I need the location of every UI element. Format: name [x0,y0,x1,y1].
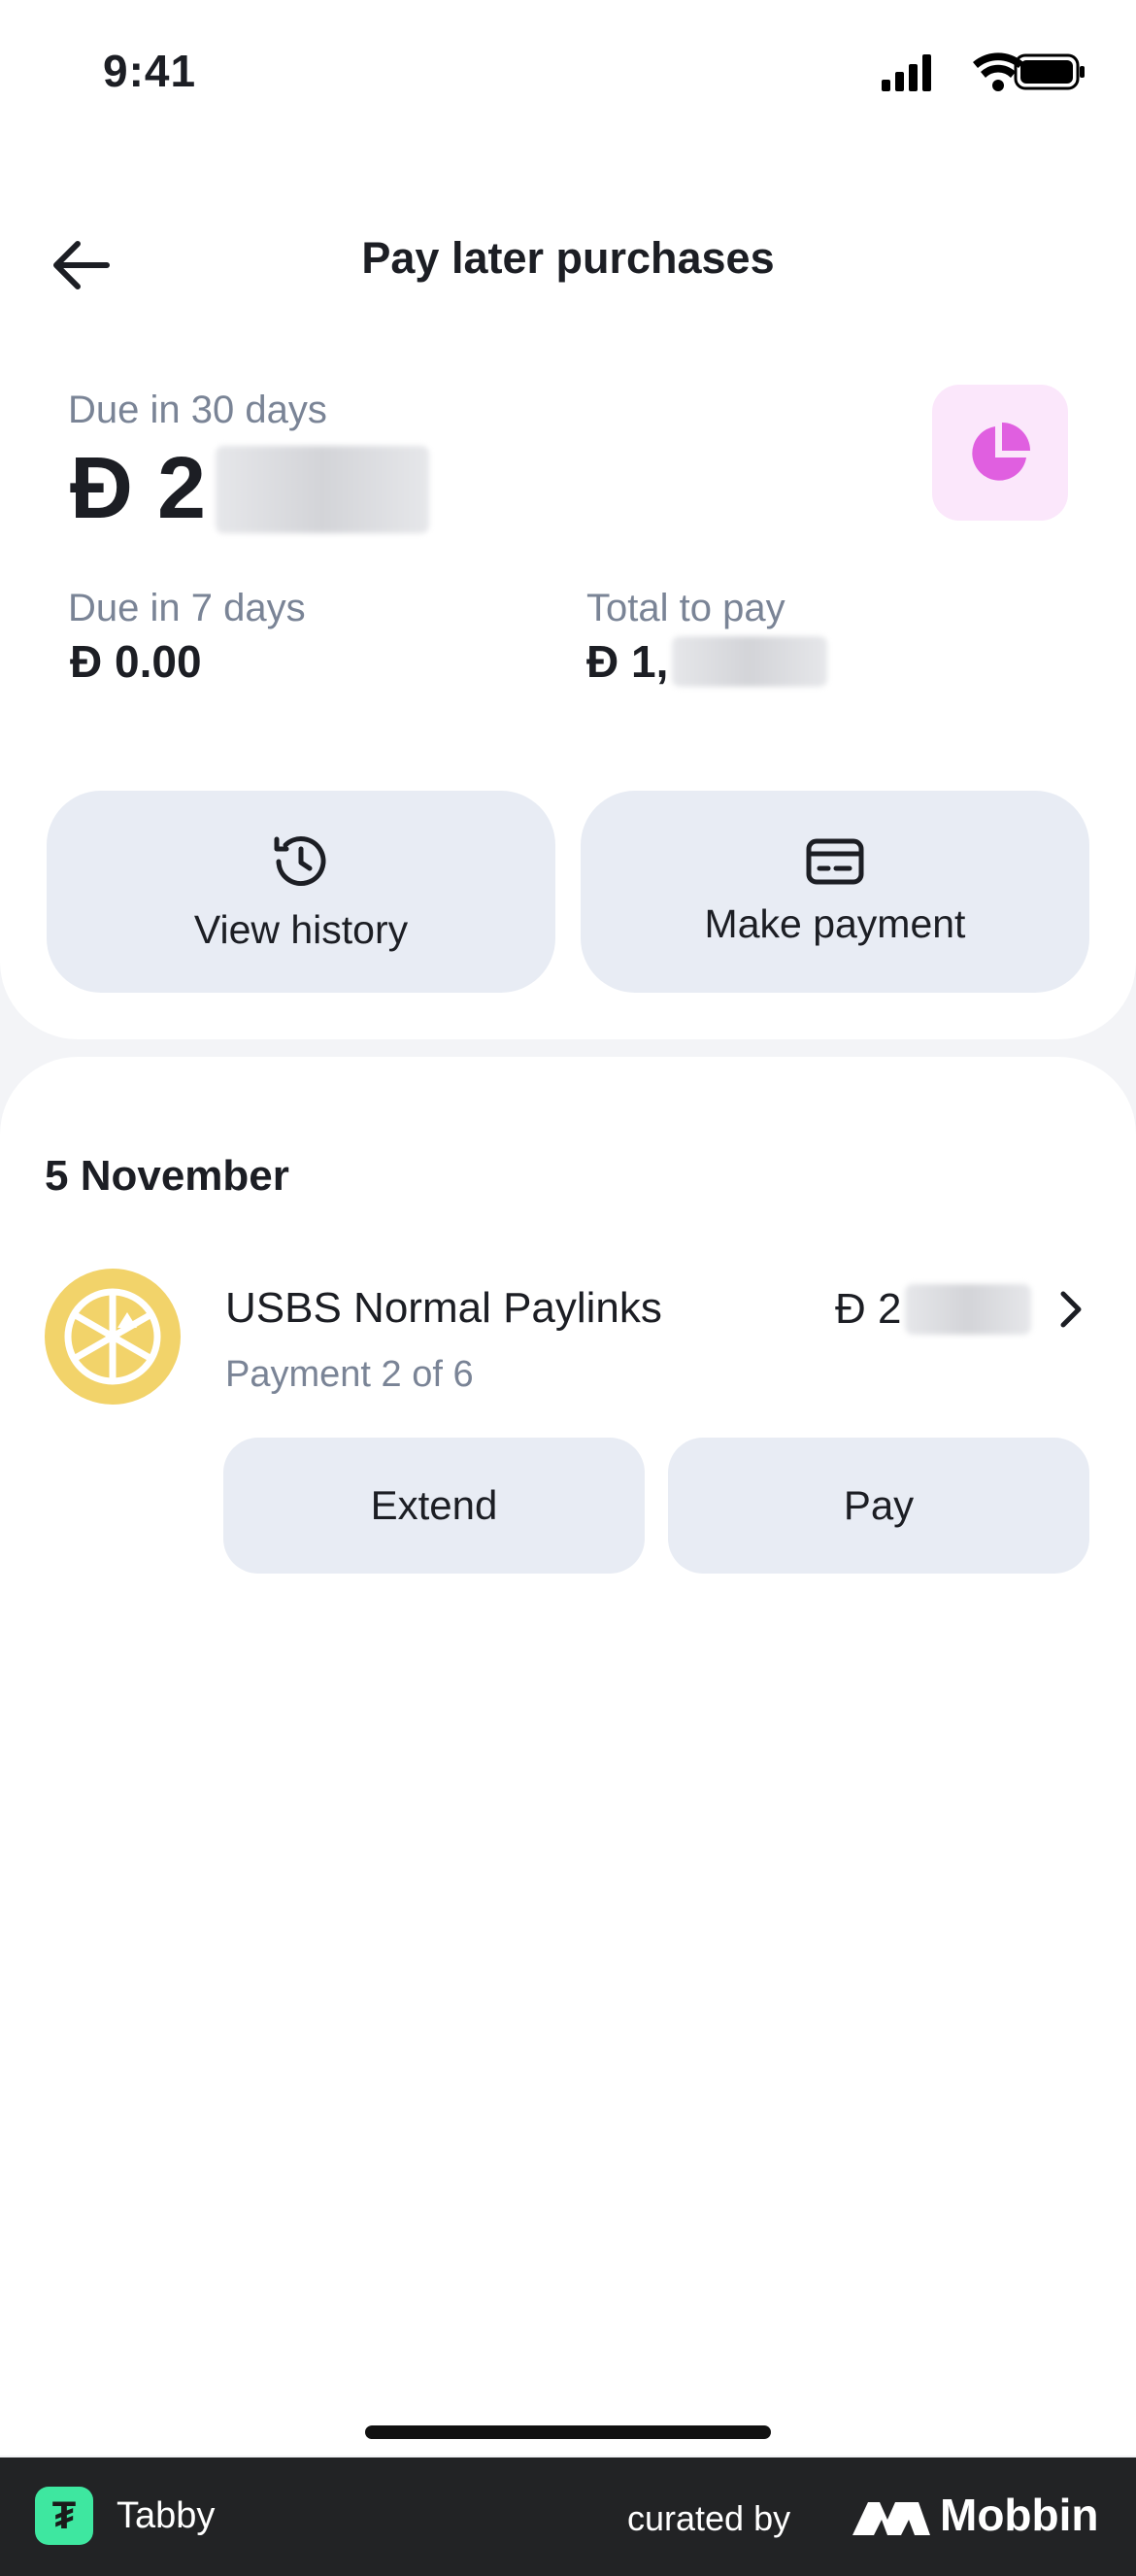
date-heading: 5 November [45,1152,289,1200]
view-history-button[interactable]: View history [47,791,555,993]
home-indicator [365,2425,771,2439]
footer-curated-label: curated by [627,2498,791,2538]
history-icon [274,835,326,886]
redacted-amount [905,1284,1032,1335]
due-7-days-amount: Đ 0.00 [70,636,202,687]
footer-app-name: Tabby [117,2495,216,2536]
redacted-amount [672,636,828,687]
pay-button[interactable]: Pay [668,1438,1089,1574]
chevron-right-icon[interactable] [1049,1288,1091,1331]
tabby-app-icon: ₮ [35,2487,93,2545]
purchase-amount-value: Đ 2 [835,1285,902,1333]
pie-chart-icon [972,423,1030,481]
credit-card-icon [806,838,864,884]
due-7-days-label: Due in 7 days [68,587,306,629]
total-to-pay-amount: Đ 1, [586,635,828,688]
extend-button[interactable]: Extend [223,1438,645,1574]
footer-brand: Mobbin [940,2490,1099,2540]
merchant-name[interactable]: USBS Normal Paylinks [225,1284,662,1333]
payment-progress: Payment 2 of 6 [225,1354,474,1395]
due-30-days-amount: Đ 2 [70,439,430,539]
total-to-pay-label: Total to pay [586,587,785,629]
total-to-pay-value: Đ 1, [586,636,669,687]
merchant-logo-icon [64,1288,161,1385]
signal-icon [882,54,931,91]
view-history-label: View history [193,906,409,952]
make-payment-label: Make payment [704,900,966,946]
page-title: Pay later purchases [361,233,775,283]
mobbin-logo-icon [852,2502,930,2535]
status-icons [882,52,1085,91]
breakdown-chart-button[interactable] [932,385,1068,521]
status-time: 9:41 [103,46,197,96]
make-payment-button[interactable]: Make payment [581,791,1089,993]
merchant-logo [45,1269,181,1405]
redacted-amount [216,445,430,533]
purchase-amount: Đ 2 [835,1284,1032,1335]
due-30-days-label: Due in 30 days [68,389,327,431]
purchases-card [0,1057,1136,2456]
battery-icon [1014,53,1085,90]
due-30-days-value: Đ 2 [70,440,207,537]
